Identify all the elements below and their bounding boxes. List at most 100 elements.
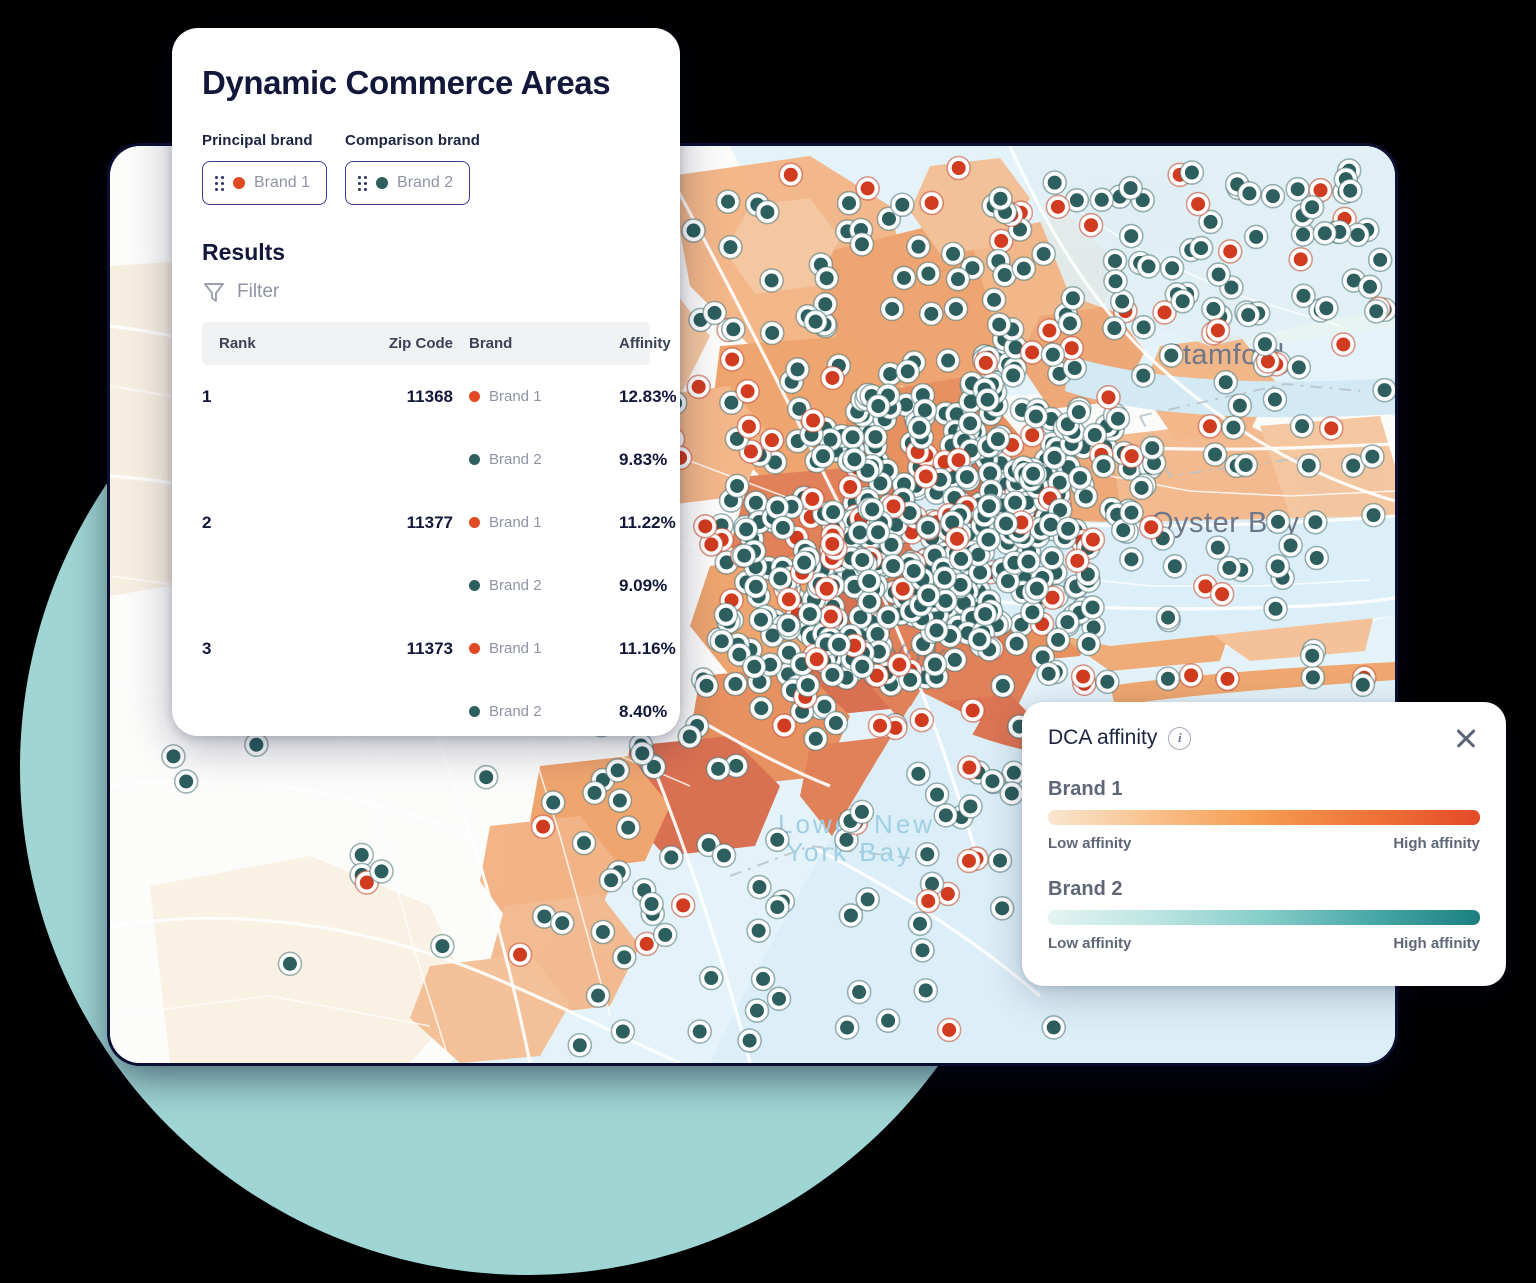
map-marker-brand1[interactable]	[804, 646, 830, 672]
map-marker-brand2[interactable]	[940, 241, 966, 267]
map-marker-brand2[interactable]	[1350, 672, 1376, 698]
map-marker-brand2[interactable]	[1136, 254, 1161, 279]
map-marker-brand2[interactable]	[933, 803, 959, 828]
map-marker-brand2[interactable]	[1303, 509, 1328, 535]
map-marker-brand2[interactable]	[895, 359, 921, 384]
map-marker-brand2[interactable]	[945, 266, 971, 292]
map-marker-brand1[interactable]	[818, 604, 844, 629]
map-marker-brand2[interactable]	[698, 965, 724, 991]
map-marker-brand1[interactable]	[1080, 527, 1106, 552]
map-marker-brand2[interactable]	[369, 859, 394, 884]
map-marker-brand2[interactable]	[549, 910, 575, 936]
map-marker-brand2[interactable]	[1252, 331, 1278, 357]
map-marker-brand2[interactable]	[988, 186, 1013, 212]
map-marker-brand2[interactable]	[1155, 666, 1181, 692]
map-marker-brand2[interactable]	[1102, 315, 1127, 341]
map-marker-brand2[interactable]	[957, 411, 983, 436]
map-marker-brand1[interactable]	[909, 707, 935, 733]
map-marker-brand2[interactable]	[856, 568, 882, 594]
map-marker-brand2[interactable]	[765, 495, 790, 520]
map-marker-brand1[interactable]	[819, 531, 845, 557]
map-marker-brand2[interactable]	[1091, 453, 1116, 479]
map-marker-brand2[interactable]	[733, 517, 759, 542]
map-marker-brand2[interactable]	[880, 553, 906, 579]
map-marker-brand2[interactable]	[731, 543, 757, 568]
map-marker-brand1[interactable]	[1185, 191, 1211, 217]
map-marker-brand2[interactable]	[906, 761, 931, 787]
map-marker-brand2[interactable]	[916, 582, 941, 608]
map-marker-brand1[interactable]	[820, 365, 845, 391]
principal-brand-chip[interactable]: Brand 1	[202, 161, 328, 205]
map-marker-brand2[interactable]	[1105, 406, 1131, 432]
map-marker-brand1[interactable]	[936, 1017, 962, 1043]
map-marker-brand2[interactable]	[724, 473, 750, 499]
map-marker-brand2[interactable]	[590, 919, 616, 945]
map-marker-brand1[interactable]	[1045, 194, 1071, 220]
map-marker-brand2[interactable]	[755, 199, 780, 225]
map-marker-brand2[interactable]	[687, 1019, 712, 1044]
map-marker-brand2[interactable]	[1066, 399, 1092, 425]
map-marker-brand2[interactable]	[1020, 461, 1046, 487]
map-marker-brand2[interactable]	[985, 426, 1011, 452]
map-marker-brand2[interactable]	[585, 983, 611, 1008]
map-marker-brand1[interactable]	[956, 848, 982, 874]
map-marker-brand2[interactable]	[723, 671, 748, 697]
map-marker-brand2[interactable]	[1213, 369, 1239, 395]
map-marker-brand2[interactable]	[1286, 355, 1312, 380]
map-marker-brand2[interactable]	[785, 357, 810, 382]
map-marker-brand1[interactable]	[1217, 239, 1243, 264]
map-marker-brand2[interactable]	[629, 741, 655, 766]
map-marker-brand2[interactable]	[990, 673, 1016, 699]
table-row[interactable]: 3 11373 Brand 1 11.16%	[202, 617, 676, 680]
map-marker-brand2[interactable]	[849, 799, 875, 825]
map-marker-brand2[interactable]	[976, 527, 1001, 552]
comparison-brand-chip[interactable]: Brand 2	[345, 161, 471, 205]
map-marker-brand2[interactable]	[875, 1008, 901, 1033]
map-marker-brand2[interactable]	[605, 758, 630, 783]
map-marker-brand1[interactable]	[1331, 332, 1356, 357]
map-marker-brand2[interactable]	[935, 348, 961, 373]
map-marker-brand2[interactable]	[1260, 183, 1286, 209]
map-marker-brand2[interactable]	[277, 951, 303, 977]
map-marker-brand2[interactable]	[1080, 595, 1105, 620]
map-marker-brand2[interactable]	[1233, 452, 1259, 478]
map-marker-brand1[interactable]	[1065, 548, 1090, 574]
map-marker-brand2[interactable]	[1031, 241, 1056, 267]
map-marker-brand1[interactable]	[692, 514, 718, 539]
map-marker-brand2[interactable]	[571, 830, 597, 856]
map-marker-brand2[interactable]	[1057, 311, 1083, 336]
map-marker-brand1[interactable]	[1078, 212, 1104, 238]
map-marker-brand2[interactable]	[1265, 554, 1291, 579]
map-marker-brand2[interactable]	[1262, 387, 1288, 412]
map-marker-brand2[interactable]	[1040, 342, 1066, 367]
column-header-affinity[interactable]: Affinity	[619, 322, 671, 365]
map-marker-brand2[interactable]	[865, 519, 891, 545]
map-marker-brand1[interactable]	[530, 814, 556, 839]
map-marker-brand2[interactable]	[1162, 554, 1188, 579]
map-marker-brand2[interactable]	[759, 320, 785, 346]
map-marker-brand2[interactable]	[1067, 465, 1093, 491]
map-marker-brand2[interactable]	[718, 234, 743, 260]
map-marker-brand2[interactable]	[1300, 665, 1326, 690]
map-marker-brand2[interactable]	[1363, 298, 1389, 324]
map-marker-brand2[interactable]	[1289, 413, 1315, 439]
map-marker-brand1[interactable]	[1096, 385, 1121, 410]
map-marker-brand2[interactable]	[1237, 181, 1262, 206]
map-marker-brand2[interactable]	[1337, 178, 1363, 204]
map-marker-brand2[interactable]	[1011, 256, 1037, 281]
map-marker-brand2[interactable]	[1158, 343, 1184, 368]
map-marker-brand2[interactable]	[1131, 315, 1156, 340]
map-marker-brand2[interactable]	[849, 654, 875, 679]
table-row[interactable]: Brand 2 9.09%	[202, 554, 667, 617]
map-marker-brand2[interactable]	[1130, 363, 1156, 388]
map-marker-brand1[interactable]	[507, 942, 533, 967]
map-marker-brand1[interactable]	[800, 408, 826, 433]
map-marker-brand2[interactable]	[891, 265, 917, 291]
info-icon[interactable]: i	[1168, 726, 1192, 750]
map-marker-brand2[interactable]	[989, 896, 1015, 921]
map-marker-brand2[interactable]	[814, 265, 839, 291]
table-row[interactable]: Brand 2 8.40%	[202, 680, 667, 736]
map-marker-brand2[interactable]	[1039, 545, 1065, 571]
map-marker-brand2[interactable]	[922, 652, 948, 677]
map-marker-brand2[interactable]	[836, 190, 862, 216]
